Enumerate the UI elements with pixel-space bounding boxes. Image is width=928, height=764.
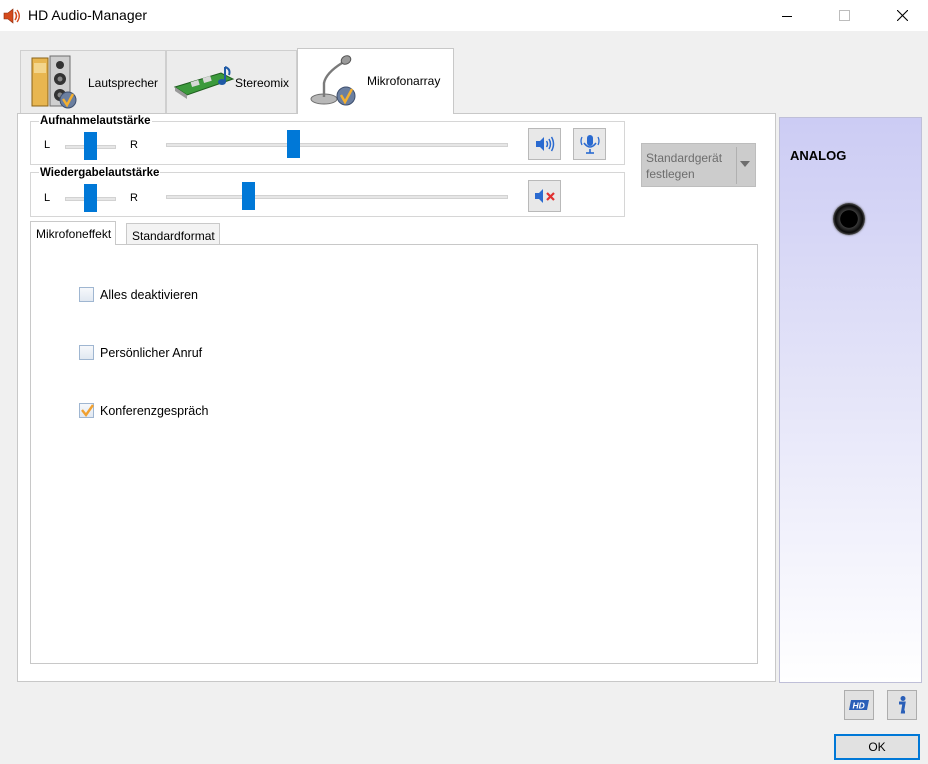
close-button[interactable] — [879, 0, 925, 31]
maximize-icon — [838, 10, 850, 21]
checkbox-konferenzgespraech-label: Konferenzgespräch — [100, 404, 209, 418]
set-default-device-line2: festlegen — [646, 167, 695, 181]
ok-button[interactable]: OK — [834, 734, 920, 760]
audio-jack-icon[interactable] — [833, 203, 865, 235]
tab-mikrofonarray-label: Mikrofonarray — [367, 74, 441, 88]
playback-volume-track — [166, 195, 508, 199]
recording-volume-track — [166, 143, 508, 147]
checkmark-icon — [81, 404, 94, 418]
recording-right-label: R — [130, 139, 138, 151]
recording-balance-slider[interactable] — [84, 132, 97, 160]
playback-balance-slider[interactable] — [84, 184, 97, 212]
recording-left-label: L — [44, 139, 51, 151]
maximize-button[interactable] — [821, 0, 867, 31]
playback-left-label: L — [44, 192, 51, 204]
info-icon — [899, 696, 906, 714]
checkbox-persoenlicher-anruf[interactable] — [79, 345, 94, 360]
playback-volume-slider[interactable] — [242, 182, 255, 210]
checkbox-persoenlicher-anruf-label: Persönlicher Anruf — [100, 346, 203, 360]
tab-standardformat[interactable]: Standardformat — [126, 223, 220, 245]
minimize-button[interactable] — [764, 0, 810, 31]
playback-right-label: R — [130, 192, 138, 204]
hd-logo-icon: HD — [849, 700, 869, 711]
tab-lautsprecher[interactable]: Lautsprecher — [20, 50, 166, 113]
set-default-device-line1: Standardgerät — [646, 151, 723, 165]
tab-lautsprecher-label: Lautsprecher — [88, 76, 159, 90]
speaker-app-icon — [3, 8, 20, 24]
info-button[interactable] — [887, 690, 917, 720]
minimize-icon — [782, 15, 792, 17]
hd-audio-button[interactable]: HD — [844, 690, 874, 720]
microphone-boost-icon — [579, 135, 600, 154]
checkbox-konferenzgespraech[interactable] — [79, 403, 94, 418]
close-icon — [896, 10, 908, 21]
svg-text:HD: HD — [853, 701, 865, 711]
tab-mikrofoneffekt[interactable]: Mikrofoneffekt — [30, 221, 117, 245]
recording-speaker-button[interactable] — [528, 128, 561, 160]
microphone-effect-panel — [30, 244, 758, 664]
sound-card-icon — [173, 66, 235, 99]
tab-stereomix-label: Stereomix — [235, 76, 290, 90]
analog-panel: ANALOG — [779, 117, 922, 683]
checkbox-alles-deaktivieren-label: Alles deaktivieren — [100, 288, 198, 302]
playback-mute-button[interactable] — [528, 180, 561, 212]
recording-volume-slider[interactable] — [287, 130, 300, 158]
chevron-down-icon[interactable] — [740, 161, 750, 167]
title-bar: HD Audio-Manager — [0, 0, 928, 31]
analog-title: ANALOG — [790, 148, 847, 163]
tab-stereomix[interactable]: Stereomix — [166, 50, 297, 113]
microphone-icon — [310, 55, 356, 106]
tab-mikrofonarray[interactable]: Mikrofonarray — [297, 48, 454, 114]
speakers-icon — [31, 55, 77, 109]
speaker-muted-icon — [534, 189, 555, 203]
dropdown-separator — [736, 147, 737, 184]
checkbox-alles-deaktivieren[interactable] — [79, 287, 94, 302]
set-default-device-button[interactable]: Standardgerät festlegen — [641, 143, 756, 187]
speaker-on-icon — [535, 136, 554, 152]
recording-volume-title: Aufnahmelautstärke — [39, 115, 152, 127]
window-title: HD Audio-Manager — [28, 7, 148, 23]
microphone-boost-button[interactable] — [573, 128, 606, 160]
playback-volume-title: Wiedergabelautstärke — [39, 167, 161, 179]
